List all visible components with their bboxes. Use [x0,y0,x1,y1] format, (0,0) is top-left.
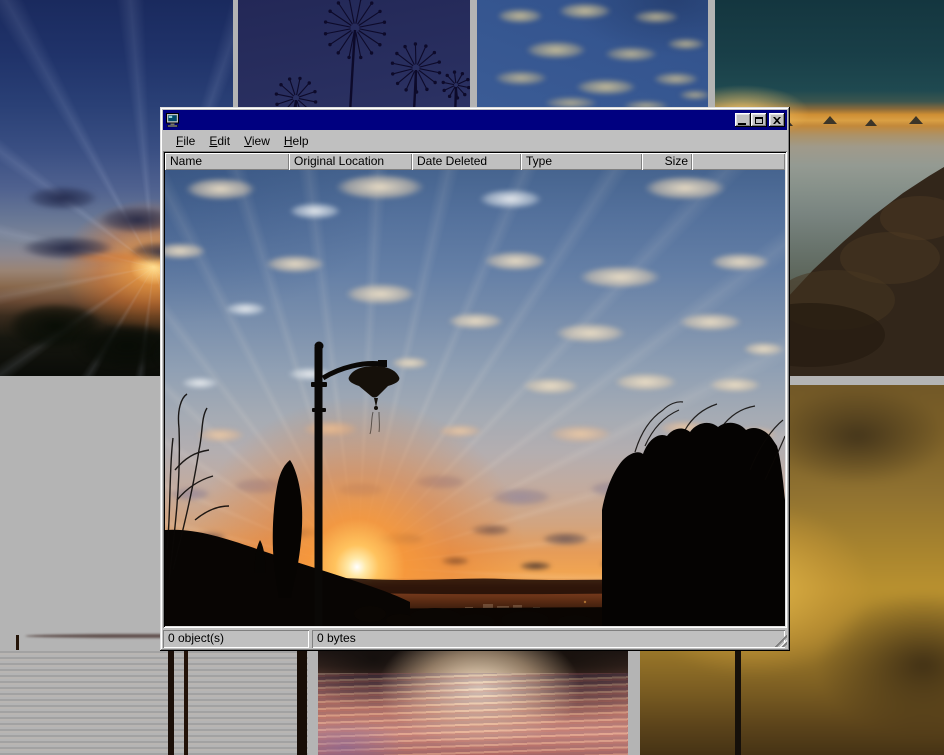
window-controls [735,113,785,127]
cloud-blob [549,0,621,22]
cloud-blob [625,8,687,26]
menu-view[interactable]: View [238,132,276,150]
water-stick [16,635,19,650]
column-header-type[interactable]: Type [521,153,642,170]
status-bar: 0 object(s) 0 bytes [163,630,787,648]
minimize-icon [738,123,746,125]
menu-file[interactable]: File [170,132,201,150]
minimize-button[interactable] [735,113,751,127]
water-pole [297,651,307,755]
computer-icon[interactable] [165,112,181,128]
status-object-count: 0 object(s) [163,630,309,648]
cloud-blob [565,76,647,98]
cloud-blob [485,68,557,88]
cloud-blob [673,88,708,102]
desktop: File Edit View Help Name Original Locati… [0,0,944,755]
column-header-name[interactable]: Name [165,153,289,170]
close-button[interactable] [769,113,785,127]
column-header-date-deleted[interactable]: Date Deleted [412,153,521,170]
cloud-blob [645,70,707,88]
status-byte-count: 0 bytes [312,630,785,648]
reflection-ripples [318,673,628,755]
recycle-bin-window: File Edit View Help Name Original Locati… [160,107,790,651]
column-header-original-location[interactable]: Original Location [289,153,412,170]
column-header-filler[interactable] [692,153,785,170]
column-header-size[interactable]: Size [642,153,692,170]
lamp-post-silhouette [735,651,741,755]
close-icon [773,117,781,124]
menu-edit[interactable]: Edit [203,132,236,150]
water-ripples [0,651,308,755]
maximize-icon [755,117,763,124]
column-headers: Name Original Location Date Deleted Type… [165,153,785,170]
lamp-shade [349,366,400,398]
maximize-button[interactable] [751,113,767,127]
water-pole [168,633,174,755]
file-list-view[interactable]: Name Original Location Date Deleted Type… [163,151,787,628]
cloud-blob [595,44,667,64]
menu-bar: File Edit View Help [163,130,787,151]
cloud-blob [515,38,597,62]
cloud-blob [489,6,551,26]
menu-help[interactable]: Help [278,132,315,150]
listview-background-photo [165,170,785,626]
foreground-silhouettes [165,170,785,626]
cloud-blob [660,36,708,52]
water-pole [184,639,188,755]
window-titlebar[interactable] [163,110,787,130]
